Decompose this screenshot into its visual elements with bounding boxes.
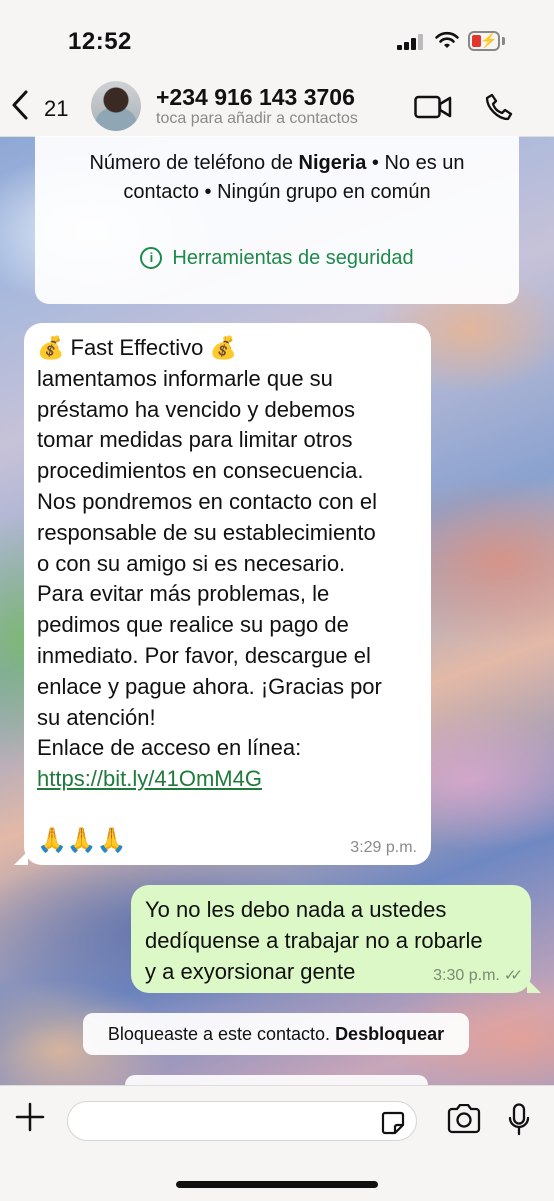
- contact-name[interactable]: +234 916 143 3706: [156, 84, 355, 111]
- message-line: Yo no les debo nada a ustedes: [145, 897, 447, 922]
- message-line: Enlace de acceso en línea:: [37, 735, 302, 761]
- bubble-tail: [14, 851, 28, 865]
- message-line: responsable de su establecimiento: [37, 519, 376, 545]
- video-call-icon[interactable]: [414, 95, 452, 124]
- status-bar: 12:52 ⚡: [0, 0, 554, 78]
- chat-header: 21 +234 916 143 3706 toca para añadir a …: [0, 78, 554, 137]
- message-line: 💰 Fast Effectivo 💰: [37, 335, 237, 360]
- message-input[interactable]: [67, 1101, 417, 1141]
- contact-info-card: Número de teléfono de Nigeria • No es un…: [35, 136, 519, 304]
- outgoing-timestamp: 3:30 p.m. ✓✓: [433, 966, 523, 985]
- info-icon: i: [140, 247, 163, 269]
- message-line: su atención!: [37, 704, 156, 730]
- blocked-contact-notice: Bloqueaste a este contacto. Desbloquear: [83, 1013, 469, 1055]
- message-line: dedíquense a trabajar no a robarle: [145, 927, 483, 953]
- contact-avatar[interactable]: [91, 81, 141, 131]
- info-line-2: contacto • Ningún grupo en común: [123, 181, 431, 203]
- plus-icon[interactable]: [15, 1102, 45, 1138]
- home-indicator[interactable]: [176, 1181, 378, 1188]
- microphone-icon[interactable]: [508, 1103, 530, 1142]
- incoming-timestamp: 3:29 p.m.: [350, 839, 417, 856]
- blocked-notice-text: Bloqueaste a este contacto.: [107, 1024, 336, 1044]
- unblock-link[interactable]: Desbloquear: [335, 1024, 444, 1044]
- message-line: procedimientos en consecuencia.: [37, 458, 364, 484]
- security-tools-link[interactable]: i Herramientas de seguridad: [35, 247, 519, 270]
- contact-subtitle[interactable]: toca para añadir a contactos: [156, 110, 358, 128]
- info-line-1: Número de teléfono de Nigeria • No es un: [35, 152, 519, 175]
- delivered-check-icon: ✓✓: [503, 967, 523, 984]
- message-line: lamentamos informarle que su: [37, 365, 333, 391]
- battery-icon: ⚡: [468, 31, 500, 51]
- incoming-message-bubble[interactable]: 💰 Fast Effectivo 💰 lamentamos informarle…: [14, 323, 431, 865]
- message-line: pedimos que realice su pago de: [37, 612, 349, 638]
- back-chevron-icon[interactable]: [10, 88, 30, 128]
- outgoing-time: 3:30 p.m.: [433, 967, 500, 984]
- incoming-message-text: 💰 Fast Effectivo 💰 lamentamos informarle…: [37, 333, 427, 857]
- wifi-icon: [434, 30, 460, 55]
- phone-call-icon[interactable]: [484, 92, 514, 127]
- message-line: Nos pondremos en contacto con el: [37, 488, 377, 514]
- battery-tip: [502, 37, 505, 45]
- message-line: préstamo ha vencido y debemos: [37, 396, 355, 422]
- message-line: Para evitar más problemas, le: [37, 581, 330, 607]
- outgoing-message-bubble[interactable]: Yo no les debo nada a ustedes dedíquense…: [131, 885, 541, 993]
- message-line: enlace y pague ahora. ¡Gracias por: [37, 673, 382, 699]
- camera-icon[interactable]: [446, 1103, 482, 1139]
- sticker-icon[interactable]: [381, 1111, 405, 1140]
- message-link[interactable]: https://bit.ly/41OmM4G: [37, 764, 427, 795]
- cellular-signal-icon: [397, 34, 425, 50]
- security-tools-label: Herramientas de seguridad: [172, 247, 414, 269]
- info-country: Nigeria: [298, 152, 367, 174]
- info-text: Número de teléfono de: [89, 152, 299, 174]
- message-line: y a exyorsionar gente: [145, 958, 356, 984]
- bubble-tail: [527, 979, 541, 993]
- unread-count[interactable]: 21: [44, 96, 68, 122]
- outgoing-message-text: Yo no les debo nada a ustedes dedíquense…: [145, 895, 483, 987]
- info-text: • No es un: [366, 152, 465, 174]
- message-line: inmediato. Por favor, descargue el: [37, 642, 371, 668]
- message-line: tomar medidas para limitar otros: [37, 427, 353, 453]
- message-line: o con su amigo si es necesario.: [37, 550, 346, 576]
- status-time: 12:52: [68, 28, 132, 55]
